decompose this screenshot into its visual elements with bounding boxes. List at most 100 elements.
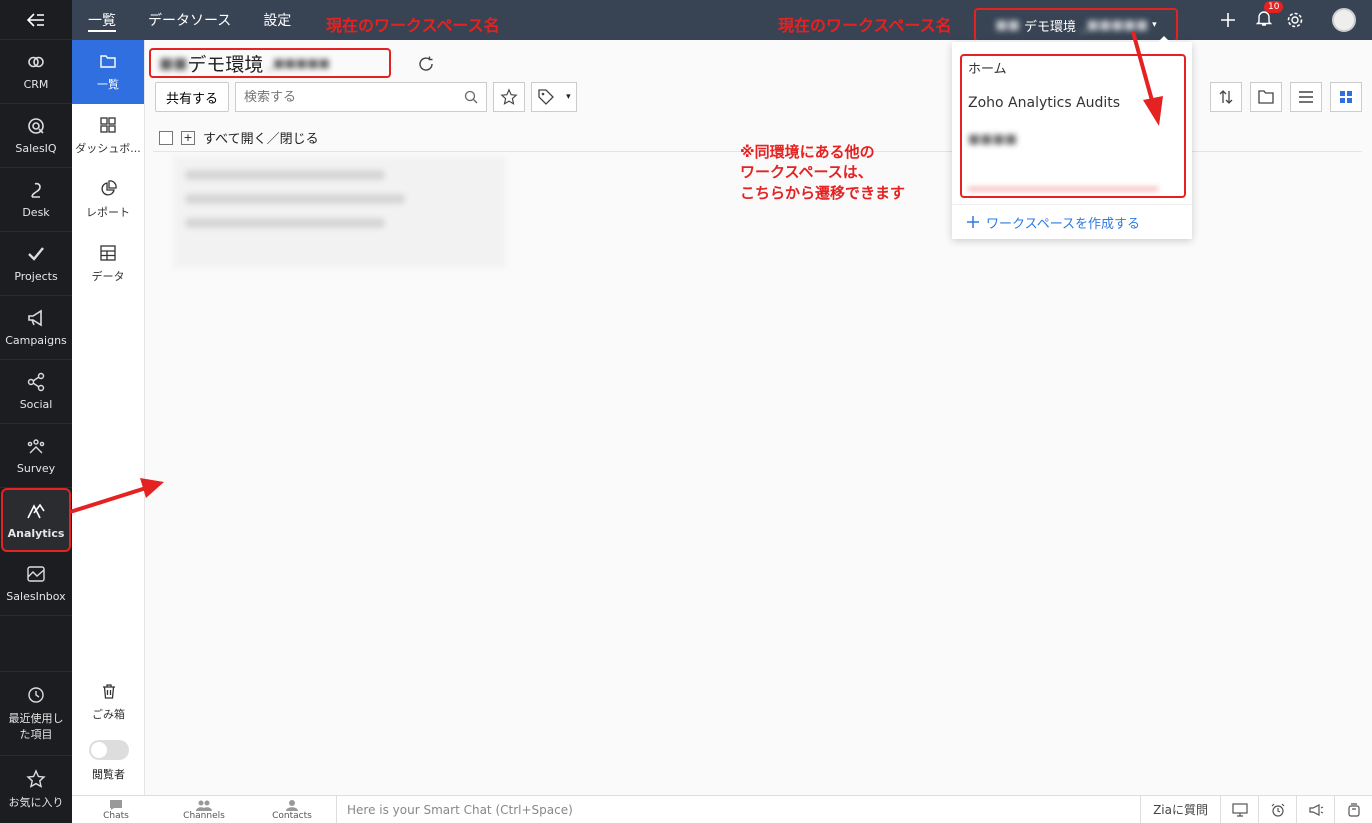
sidebar-item-label: ごみ箱	[92, 708, 125, 721]
social-icon	[27, 372, 45, 392]
more-button[interactable]	[1334, 795, 1372, 823]
alarm-button[interactable]	[1258, 795, 1296, 823]
sidebar-item-report[interactable]: レポート	[72, 168, 144, 232]
sort-button[interactable]	[1210, 82, 1242, 112]
survey-icon	[27, 439, 45, 454]
sidebar-item-label: ダッシュボ...	[75, 142, 141, 155]
tag-filter-button[interactable]: ▾	[531, 82, 578, 112]
app-salesinbox[interactable]: SalesInbox	[0, 552, 72, 616]
app-label: Analytics	[7, 526, 65, 540]
blurred-text: _■■■■■	[263, 56, 330, 70]
search-input[interactable]	[244, 89, 445, 105]
analytics-icon	[27, 503, 45, 518]
app-analytics[interactable]: Analytics	[1, 488, 71, 552]
notifications-button[interactable]: 10	[1255, 1, 1284, 31]
app-campaigns[interactable]: Campaigns	[0, 296, 72, 360]
gear-icon[interactable]	[1286, 11, 1304, 29]
zia-button[interactable]: Ziaに質問	[1140, 795, 1220, 823]
page-title: ■■ デモ環境 _■■■■■	[149, 48, 391, 78]
top-bar: 一覧 データソース 設定 現在のワークスペース名 現在のワークスペース名 ■■ …	[72, 0, 1372, 42]
grid-view-button[interactable]	[1330, 82, 1362, 112]
recent-items[interactable]: 最近使用した項目	[0, 671, 72, 755]
screen-share-button[interactable]	[1220, 795, 1258, 823]
tab-list[interactable]: 一覧	[72, 0, 132, 40]
app-label: Desk	[22, 206, 50, 219]
table-icon	[100, 245, 116, 261]
notification-badge: 10	[1264, 1, 1284, 13]
tab-datasource[interactable]: データソース	[132, 0, 247, 40]
app-desk[interactable]: Desk	[0, 168, 72, 232]
announcement-button[interactable]	[1296, 795, 1334, 823]
app-label: Social	[19, 398, 53, 411]
dropdown-item-blurred[interactable]	[968, 188, 1158, 190]
smart-chat-input[interactable]: Here is your Smart Chat (Ctrl+Space)	[336, 795, 1140, 823]
tag-icon	[538, 89, 555, 105]
sidebar-item-dashboard[interactable]: ダッシュボ...	[72, 104, 144, 168]
blurred-list	[173, 156, 505, 268]
chevron-down-icon: ▾	[1152, 20, 1157, 30]
annotation-right: 現在のワークスペース名	[778, 16, 952, 35]
channels-button[interactable]: Channels	[160, 799, 248, 821]
app-survey[interactable]: Survey	[0, 424, 72, 488]
blurred-text: ■■	[995, 17, 1025, 33]
app-rail: CRM SalesIQ Desk Projects Campaigns Soci…	[0, 0, 72, 823]
blurred-text: _■■■■■	[1076, 17, 1149, 33]
plus-icon	[967, 216, 979, 228]
annotation-line: ワークスペースは、	[740, 163, 873, 182]
create-workspace-button[interactable]: ワークスペースを作成する	[952, 204, 1192, 239]
create-workspace-label: ワークスペースを作成する	[986, 216, 1141, 232]
share-button[interactable]: 共有する	[155, 82, 230, 112]
app-salesiq[interactable]: SalesIQ	[0, 104, 72, 168]
chats-button[interactable]: Chats	[72, 799, 160, 821]
favorites-label: お気に入り	[8, 795, 64, 809]
crm-icon	[28, 56, 44, 68]
tab-settings[interactable]: 設定	[247, 0, 307, 40]
select-all-checkbox[interactable]	[159, 130, 173, 145]
app-label: CRM	[23, 78, 49, 91]
app-social[interactable]: Social	[0, 360, 72, 424]
dropdown-item-audits[interactable]: Zoho Analytics Audits	[968, 95, 1120, 111]
refresh-icon[interactable]	[417, 55, 435, 73]
projects-icon	[28, 247, 44, 261]
sidebar-item-label: レポート	[86, 206, 130, 219]
app-projects[interactable]: Projects	[0, 232, 72, 296]
workspace-name: デモ環境	[1024, 19, 1077, 35]
collapse-button[interactable]	[0, 0, 72, 40]
folder-icon	[1258, 90, 1274, 104]
annotation-left: 現在のワークスペース名	[326, 16, 500, 35]
app-label: SalesInbox	[6, 590, 66, 603]
secondary-sidebar: 一覧 ダッシュボ... レポート データ ごみ箱 閲覧者	[72, 40, 145, 795]
blurred-text: ■■	[159, 54, 188, 72]
avatar[interactable]	[1332, 8, 1356, 32]
plus-icon[interactable]	[1220, 12, 1236, 28]
app-label: Campaigns	[5, 334, 67, 347]
campaigns-icon	[28, 309, 42, 327]
alarm-icon	[1271, 803, 1284, 817]
megaphone-icon	[1308, 803, 1323, 816]
folder-view-button[interactable]	[1250, 82, 1282, 112]
recent-label: 最近使用した項目	[8, 712, 64, 741]
favorite-filter-button[interactable]	[493, 82, 526, 112]
sort-icon	[1219, 90, 1233, 104]
channels-icon	[196, 800, 212, 811]
dropdown-item-home[interactable]: ホーム	[968, 58, 1007, 77]
dropdown-item-blurred[interactable]: ■■■■	[968, 132, 1017, 147]
expand-collapse-label[interactable]: すべて開く／閉じる	[203, 128, 319, 147]
salesinbox-icon	[27, 566, 45, 582]
sidebar-item-data[interactable]: データ	[72, 232, 144, 296]
app-crm[interactable]: CRM	[0, 40, 72, 104]
trash-icon	[102, 684, 115, 699]
folder-icon	[100, 55, 116, 68]
search-box[interactable]	[235, 82, 488, 112]
contacts-button[interactable]: Contacts	[248, 799, 336, 821]
box-icon	[1347, 802, 1360, 817]
workspace-selector[interactable]: ■■ デモ環境 _■■■■■ ▾	[974, 8, 1178, 42]
list-view-button[interactable]	[1290, 82, 1322, 112]
pie-chart-icon	[101, 180, 117, 196]
favorites[interactable]: お気に入り	[0, 755, 72, 823]
sidebar-item-list[interactable]: 一覧	[72, 40, 144, 104]
viewer-toggle[interactable]	[88, 740, 129, 760]
sidebar-item-label: 一覧	[97, 78, 119, 91]
sidebar-item-trash[interactable]: ごみ箱	[72, 670, 145, 734]
expand-all-icon[interactable]: +	[181, 130, 195, 145]
